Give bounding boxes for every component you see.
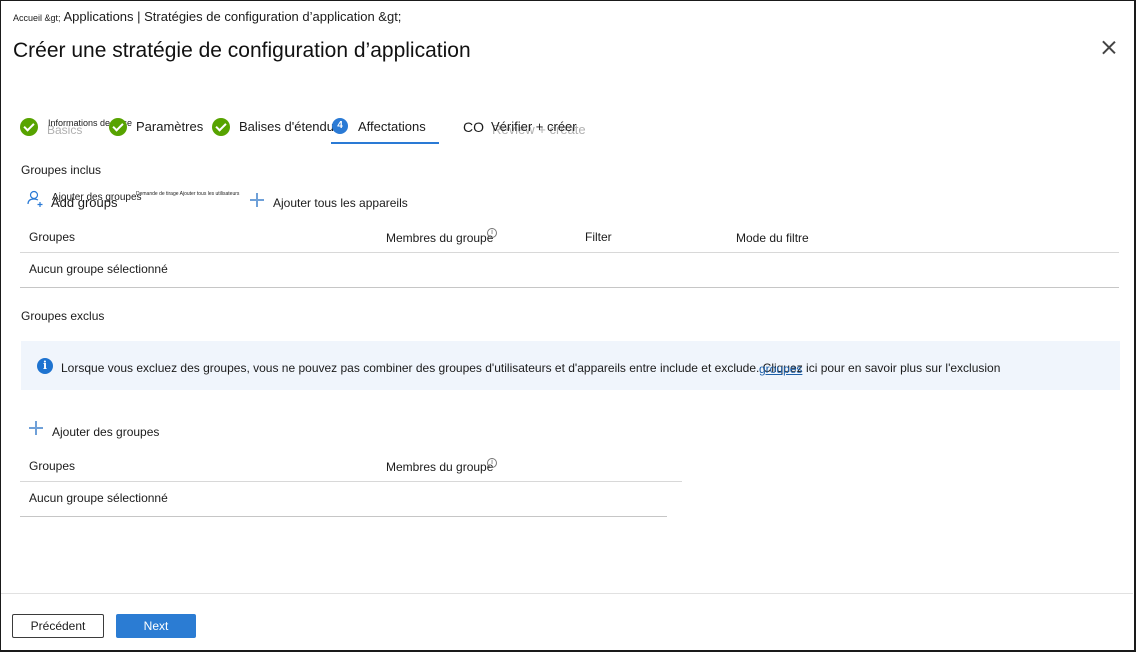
table-divider <box>20 287 1119 288</box>
table-divider <box>20 252 1119 253</box>
check-icon <box>109 118 127 136</box>
excluded-groups-heading: Groupes exclus <box>21 309 105 323</box>
plus-icon <box>250 193 264 207</box>
next-button[interactable]: Next <box>116 614 196 638</box>
check-icon <box>212 118 230 136</box>
step-assignments[interactable]: Affectations <box>358 119 426 134</box>
table-divider <box>20 516 667 517</box>
info-banner-message: Lorsque vous excluez des groupes, vous n… <box>61 361 1001 375</box>
add-all-devices-button[interactable]: Ajouter tous les appareils <box>273 196 408 210</box>
table-divider <box>20 481 682 482</box>
step-review-create[interactable]: Vérifier + créer <box>491 119 577 134</box>
column-header-groups[interactable]: Groupes <box>29 230 75 244</box>
add-user-icon <box>27 190 43 207</box>
learn-more-link[interactable]: groupes <box>759 362 802 376</box>
step-number-icon: 4 <box>332 118 348 134</box>
plus-icon <box>29 421 43 435</box>
info-icon[interactable]: i <box>487 228 497 238</box>
window-frame <box>0 0 1136 652</box>
column-header-groups[interactable]: Groupes <box>29 459 75 473</box>
column-header-filter[interactable]: Filter <box>585 230 612 244</box>
check-icon <box>20 118 38 136</box>
info-icon[interactable]: i <box>487 458 497 468</box>
footer-divider <box>1 593 1133 594</box>
info-icon: i <box>37 358 53 374</box>
add-all-users-button[interactable]: Demande de tirage Ajouter tous les utili… <box>136 191 239 197</box>
column-header-filter-mode[interactable]: Mode du filtre <box>736 231 809 245</box>
close-icon[interactable] <box>1101 40 1117 56</box>
breadcrumb: Accueil &gt; Applications | Stratégies d… <box>13 9 401 24</box>
active-step-underline <box>331 142 439 144</box>
included-groups-heading: Groupes inclus <box>21 163 102 177</box>
column-header-group-members[interactable]: Membres du groupe <box>386 460 493 474</box>
step-settings[interactable]: Paramètres <box>136 119 203 134</box>
step-scope-tags[interactable]: Balises d'étendue <box>239 119 341 134</box>
add-excluded-groups-button[interactable]: Ajouter des groupes <box>52 425 159 439</box>
add-included-groups-button[interactable]: Ajouter des groupes <box>52 192 142 203</box>
step-review-prefix: CO <box>463 119 484 135</box>
breadcrumb-home[interactable]: Accueil &gt; <box>13 13 61 23</box>
included-empty-row: Aucun groupe sélectionné <box>29 262 168 276</box>
previous-button[interactable]: Précédent <box>12 614 104 638</box>
column-header-group-members[interactable]: Membres du groupe <box>386 231 493 245</box>
page-title: Créer une stratégie de configuration d’a… <box>13 39 471 62</box>
breadcrumb-path[interactable]: Applications | Stratégies de configurati… <box>63 9 401 24</box>
info-banner-text: Lorsque vous excluez des groupes, vous n… <box>61 361 1000 375</box>
excluded-empty-row: Aucun groupe sélectionné <box>29 491 168 505</box>
